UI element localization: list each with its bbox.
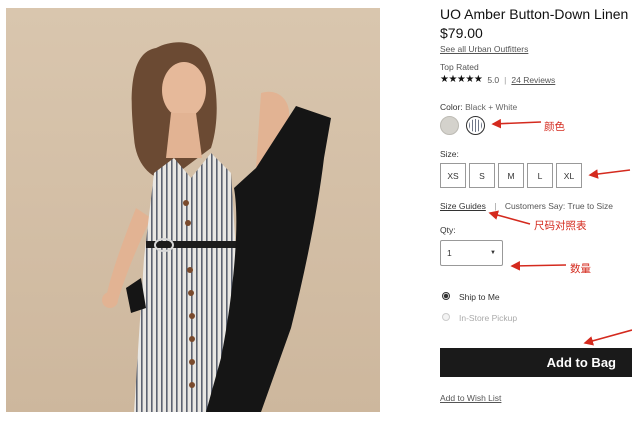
qty-label: Qty: <box>440 225 456 235</box>
size-guides-row: Size Guides | Customers Say: True to Siz… <box>440 201 613 211</box>
product-price: $79.00 <box>440 25 483 41</box>
size-option-m[interactable]: M <box>498 163 524 188</box>
rating-divider: | <box>504 74 507 85</box>
qty-value: 1 <box>447 248 452 258</box>
color-swatch-black-white[interactable] <box>466 116 485 135</box>
color-annotation: 颜色 <box>544 121 565 133</box>
size-chart-annotation: 尺码对照表 <box>534 220 587 232</box>
ship-to-me-label[interactable]: Ship to Me <box>459 292 500 302</box>
size-chart-annotation-arrow <box>488 210 531 225</box>
color-annotation-arrow <box>491 118 542 129</box>
reviews-link[interactable]: 24 Reviews <box>511 75 555 85</box>
size-label: Size: <box>440 149 459 159</box>
size-annotation-arrow <box>588 169 631 179</box>
add-to-bag-annotation-arrow <box>583 329 632 346</box>
star-rating-icon: ★★★★★ <box>440 74 483 85</box>
size-option-l[interactable]: L <box>527 163 553 188</box>
size-option-s[interactable]: S <box>469 163 495 188</box>
see-all-brand-link[interactable]: See all Urban Outfitters <box>440 44 528 54</box>
rating-row: ★★★★★ 5.0 | 24 Reviews <box>440 74 555 85</box>
color-selected-value: Black + White <box>465 102 518 112</box>
add-to-bag-button[interactable]: Add to Bag <box>440 348 632 377</box>
qty-select[interactable]: 1 ▼ <box>440 240 503 266</box>
rating-value: 5.0 <box>487 74 500 85</box>
quantity-annotation-arrow <box>510 261 567 271</box>
model-illustration <box>102 42 331 412</box>
size-guides-divider: | <box>494 201 497 211</box>
ship-to-me-radio[interactable] <box>442 292 450 300</box>
size-option-xl[interactable]: XL <box>556 163 582 188</box>
rating-heading: Top Rated <box>440 62 479 72</box>
in-store-pickup-radio[interactable] <box>442 313 450 321</box>
color-label: Color: Black + White <box>440 102 517 112</box>
chevron-down-icon: ▼ <box>490 250 496 256</box>
size-guides-link[interactable]: Size Guides <box>440 201 486 211</box>
in-store-pickup-label[interactable]: In-Store Pickup <box>459 313 517 323</box>
color-label-text: Color: <box>440 102 463 112</box>
add-to-wish-list-link[interactable]: Add to Wish List <box>440 393 501 403</box>
quantity-annotation: 数量 <box>570 263 591 275</box>
size-option-xs[interactable]: XS <box>440 163 466 188</box>
product-title: UO Amber Button-Down Linen <box>440 6 629 22</box>
product-photo <box>6 8 380 412</box>
fit-feedback: Customers Say: True to Size <box>504 201 613 211</box>
color-swatch-grey[interactable] <box>440 116 459 135</box>
